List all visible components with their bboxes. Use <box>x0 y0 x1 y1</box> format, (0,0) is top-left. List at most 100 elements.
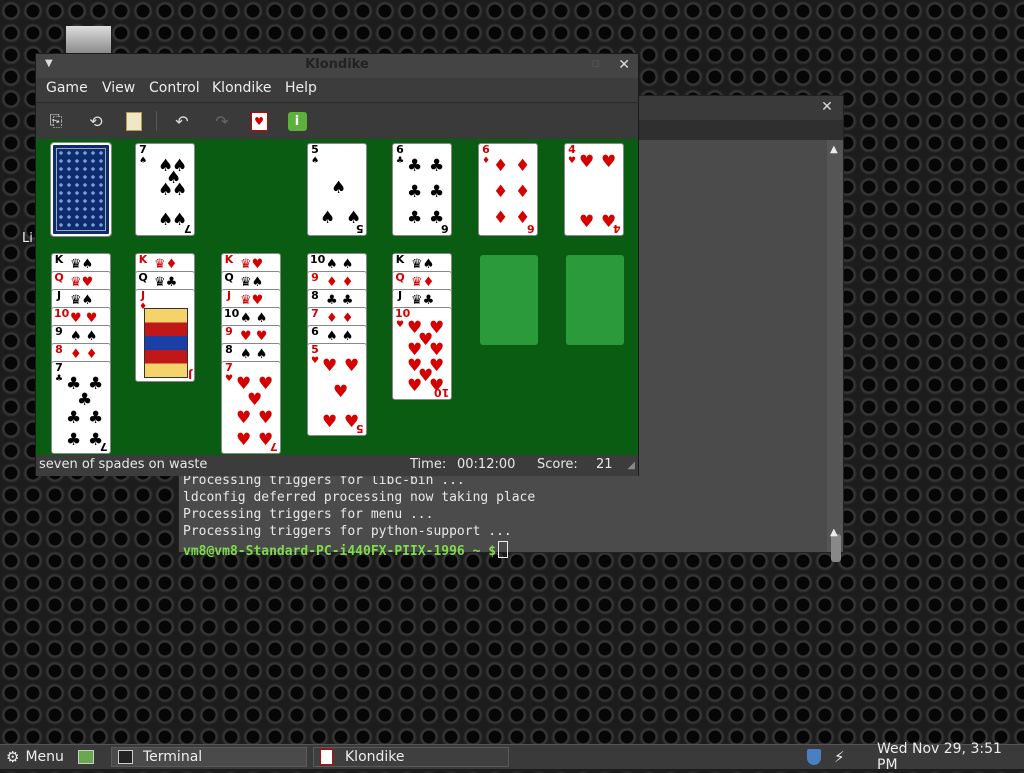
card-pip: ♥ <box>258 408 274 428</box>
card-rank: 9 <box>55 325 63 338</box>
card-suit: ♣ <box>395 156 405 166</box>
task-terminal[interactable]: Terminal <box>111 747 307 767</box>
menu-view[interactable]: View <box>102 80 135 96</box>
tableau-card[interactable]: 7 ♥ ♥ ♥ ♥ ♥ ♥ ♥ ♥ 7 <box>221 361 281 454</box>
menu-game[interactable]: Game <box>46 80 88 96</box>
close-icon[interactable]: ✕ <box>819 99 835 115</box>
card-rank: K <box>395 253 405 266</box>
status-message: seven of spades on waste <box>39 457 208 472</box>
card-pip: ♥ <box>344 356 360 376</box>
card-suit: ♠ <box>310 156 320 166</box>
scroll-up-icon[interactable]: ▲ <box>830 144 838 155</box>
restart-icon[interactable]: ⟲ <box>85 110 107 132</box>
card-suit: ♥ <box>310 356 320 366</box>
card-pip: ♣ <box>66 430 82 450</box>
shell-prompt: vm8@vm8-Standard-PC-i440FX-PIIX-1996 ~ $ <box>183 544 497 559</box>
taskbar: ⚙ Menu Terminal Klondike ⚡ Wed Nov 29, 3… <box>0 741 1024 773</box>
card-suit: ♣ <box>54 374 64 384</box>
task-klondike[interactable]: Klondike <box>313 747 509 767</box>
undo-icon[interactable]: ↶ <box>171 110 193 132</box>
menu-help[interactable]: Help <box>285 80 317 96</box>
card-rank: 8 <box>55 343 63 356</box>
resize-grip-icon[interactable]: ◢ <box>627 460 635 471</box>
network-icon[interactable]: ⚡ <box>834 747 845 767</box>
card-rank: 7 <box>225 361 233 374</box>
redo-icon[interactable]: ↷ <box>211 110 233 132</box>
card-rank: 7 <box>311 307 319 320</box>
desktop-label-partial: Li <box>22 231 33 246</box>
terminal-icon <box>118 750 133 764</box>
card-rank: K <box>138 253 148 266</box>
card-rank: K <box>224 253 234 266</box>
card-pip: ♣ <box>88 408 104 428</box>
card-suit: ♥ <box>567 156 577 166</box>
card-suit: ♥ <box>224 374 234 384</box>
score-label: Score: <box>537 457 578 472</box>
card-rank: 7 <box>55 361 63 374</box>
close-icon[interactable]: ✕ <box>618 57 630 73</box>
foundation-card[interactable]: 6 ♦ ♦ ♦ ♦ ♦ ♦ ♦ 6 <box>478 143 538 236</box>
empty-tableau-slot[interactable] <box>566 255 624 345</box>
card-rank: 8 <box>311 289 319 302</box>
card-suit: ♠ <box>138 156 148 166</box>
foundation-card[interactable]: 6 ♣ ♣ ♣ ♣ ♣ ♣ ♣ 6 <box>392 143 452 236</box>
tableau-card[interactable]: 5 ♥ ♥ ♥ ♥ ♥ ♥ 5 <box>307 343 367 436</box>
stock-pile[interactable] <box>50 142 112 237</box>
scrollbar-thumb[interactable] <box>831 534 841 562</box>
card-rank: 7 <box>139 143 147 156</box>
score-value: 21 <box>596 457 613 472</box>
card-rank-bottom: 7 <box>270 440 278 453</box>
hint-icon[interactable]: ♥ <box>248 110 270 132</box>
task-label: Terminal <box>143 749 203 765</box>
terminal-prompt-line[interactable]: vm8@vm8-Standard-PC-i440FX-PIIX-1996 ~ $ <box>183 541 509 559</box>
select-game-icon[interactable] <box>123 110 145 132</box>
card-rank: Q <box>138 271 148 284</box>
terminal-scrollbar[interactable]: ▲ ▲ <box>827 140 843 562</box>
card-rank: 5 <box>311 143 319 156</box>
klondike-titlebar[interactable]: ▼ Klondike ▫ ✕ <box>36 54 638 78</box>
card-rank: 10 <box>224 307 240 320</box>
menu-klondike[interactable]: Klondike <box>212 80 272 96</box>
info-icon[interactable]: i <box>286 110 308 132</box>
menu-label: Menu <box>25 749 64 765</box>
card-rank-bottom: 10 <box>433 386 449 399</box>
card-pip: ♥ <box>247 390 263 410</box>
face-card-art <box>144 308 188 378</box>
card-pip: ♥ <box>322 412 338 432</box>
tableau-card[interactable]: 7 ♣ ♣ ♣ ♣ ♣ ♣ ♣ ♣ 7 <box>51 361 111 454</box>
card-rank-bottom: 5 <box>356 422 364 435</box>
terminal-line: ldconfig deferred processing now taking … <box>183 490 536 505</box>
desktop-icon-partial[interactable] <box>66 26 111 54</box>
toolbar-separator <box>156 111 157 131</box>
task-label: Klondike <box>345 749 405 765</box>
empty-tableau-slot[interactable] <box>480 255 538 345</box>
card-rank: 10 <box>310 253 326 266</box>
new-game-icon[interactable]: ⎘ <box>45 110 67 132</box>
show-desktop-button[interactable] <box>78 747 94 767</box>
clock[interactable]: Wed Nov 29, 3:51 PM <box>877 741 1024 773</box>
start-menu-button[interactable]: ⚙ Menu <box>6 747 64 767</box>
tableau-card[interactable]: 10 ♥ ♥ ♥ ♥ ♥ ♥ ♥ ♥ ♥ ♥ ♥ 10 <box>392 307 452 400</box>
tableau-card[interactable]: J ♦ J <box>135 289 195 382</box>
card-rank: K <box>54 253 64 266</box>
menu-control[interactable]: Control <box>149 80 200 96</box>
foundation-card[interactable]: 4 ♥ ♥ ♥ ♥ ♥ 4 <box>564 143 624 236</box>
time-value: 00:12:00 <box>457 457 516 472</box>
waste-card[interactable]: 7 ♠ ♠ ♠ ♠ ♠ ♠ ♠ ♠ 7 <box>135 143 195 236</box>
game-board[interactable]: 7 ♠ ♠ ♠ ♠ ♠ ♠ ♠ ♠ 7 5 ♠ ♠ ♠ ♠ 5 6 ♣ ♣ ♣ ♣ ♣ ♣ ♣ … <box>36 139 638 455</box>
card-rank: Q <box>395 271 405 284</box>
terminal-line: Processing triggers for menu ... <box>183 507 434 522</box>
foundation-card[interactable]: 5 ♠ ♠ ♠ ♠ 5 <box>307 143 367 236</box>
scroll-down-icon[interactable]: ▲ <box>830 527 838 538</box>
maximize-icon[interactable]: ▫ <box>591 56 600 71</box>
klondike-window[interactable]: ▼ Klondike ▫ ✕ Game View Control Klondik… <box>35 53 639 476</box>
card-rank: 9 <box>311 271 319 284</box>
window-title: Klondike <box>305 57 369 72</box>
card-pip: ♥ <box>407 376 423 396</box>
shield-icon[interactable] <box>807 747 821 767</box>
cards-icon <box>320 749 333 765</box>
card-rank-bottom: J <box>187 368 192 381</box>
card-rank: Q <box>54 271 64 284</box>
card-rank: 5 <box>311 343 319 356</box>
card-pip: ♣ <box>66 408 82 428</box>
